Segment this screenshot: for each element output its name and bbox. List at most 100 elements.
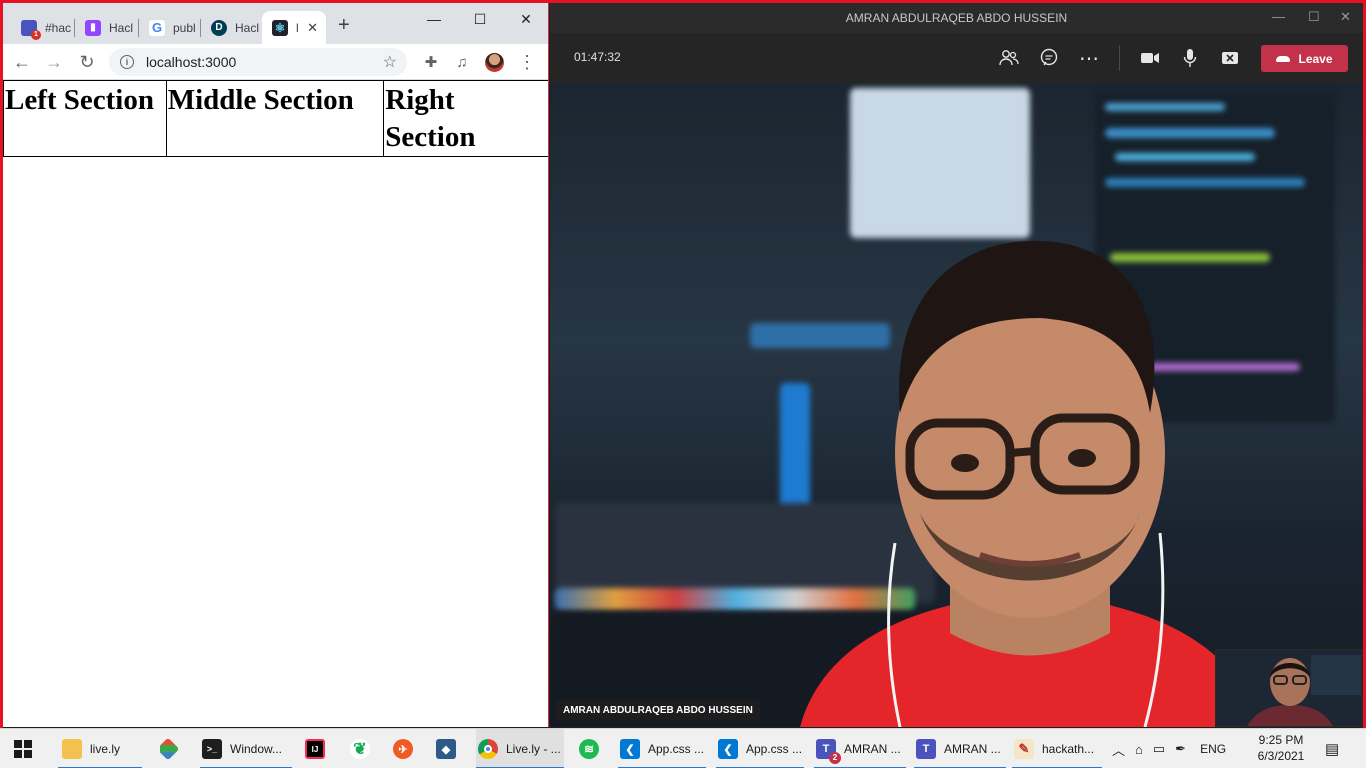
browser-tab-active[interactable]: ⚛ l ✕ <box>262 11 326 44</box>
close-tab-icon[interactable]: ✕ <box>307 20 318 36</box>
reload-button[interactable]: ↻ <box>76 51 98 73</box>
taskbar-terminal[interactable]: >_ Window... <box>200 729 292 768</box>
camera-icon[interactable] <box>1138 46 1162 70</box>
clock-time: 9:25 PM <box>1258 733 1304 747</box>
video-background-window <box>850 88 1030 238</box>
new-tab-button[interactable]: + <box>338 15 350 35</box>
menu-kebab-icon[interactable]: ⋮ <box>516 51 538 73</box>
taskbar-label: Window... <box>230 742 283 756</box>
leave-label: Leave <box>1298 51 1333 66</box>
mongodb-icon: ❦ <box>350 739 370 759</box>
close-window-button[interactable]: ✕ <box>1340 9 1351 25</box>
profile-avatar[interactable] <box>485 53 504 72</box>
middle-section: Middle Section <box>165 80 385 157</box>
tab-title: publ <box>173 20 196 35</box>
notification-badge: 2 <box>829 752 841 764</box>
taskbar-teams-1[interactable]: T 2 AMRAN ... <box>814 729 906 768</box>
taskbar-mongodb[interactable]: ❦ <box>350 729 378 768</box>
taskbar-file-explorer[interactable]: live.ly <box>58 729 142 768</box>
window-title: AMRAN ABDULRAQEB ABDO HUSSEIN <box>845 11 1068 25</box>
taskbar-intellij[interactable]: IJ <box>305 729 333 768</box>
postman-icon: ✈ <box>393 739 413 759</box>
language-indicator[interactable]: ENG <box>1200 742 1226 756</box>
info-icon[interactable]: i <box>120 55 134 69</box>
more-options-icon[interactable]: ⋯ <box>1077 46 1101 70</box>
share-tray-icon[interactable] <box>1218 46 1242 70</box>
tab-title: Hacl <box>235 20 260 35</box>
file-explorer-icon <box>62 739 82 759</box>
vscode-icon: ❮ <box>718 739 738 759</box>
web-page: Left Section Middle Section Right Sectio… <box>3 80 548 727</box>
notifications-icon[interactable]: ▤ <box>1325 729 1339 768</box>
paint-icon: ✎ <box>1014 739 1034 759</box>
devpost-icon: D <box>211 19 227 36</box>
address-bar[interactable]: i localhost:3000 ☆ <box>109 48 407 76</box>
leave-button[interactable]: Leave <box>1261 45 1348 72</box>
minimize-button[interactable]: ― <box>411 6 457 32</box>
browser-toolbar: ← → ↻ i localhost:3000 ☆ ✚ ♫ ⋮ <box>3 44 548 80</box>
taskbar-label: Live.ly - ... <box>506 742 561 756</box>
vscode-icon: ❮ <box>620 739 640 759</box>
taskbar-spotify[interactable]: ≋ <box>579 729 607 768</box>
close-window-button[interactable]: ✕ <box>503 6 548 32</box>
taskbar-vscode-2[interactable]: ❮ App.css ... <box>716 729 804 768</box>
sections-table: Left Section Middle Section Right Sectio… <box>3 80 548 157</box>
video-code-line <box>1105 178 1305 187</box>
person-silhouette <box>800 240 1260 727</box>
taskbar-label: AMRAN ... <box>844 742 901 756</box>
windows-taskbar: live.ly >_ Window... IJ ❦ ✈ ◆ Live.ly - … <box>0 728 1366 768</box>
spotify-icon: ≋ <box>579 739 599 759</box>
windows-logo-icon <box>14 740 32 758</box>
taskbar-teams-2[interactable]: T AMRAN ... <box>914 729 1006 768</box>
maximize-button[interactable]: ☐ <box>1308 9 1320 25</box>
notification-badge: 1 <box>31 29 41 40</box>
browser-tab-2[interactable]: ▮ Hacl <box>75 11 139 44</box>
teams-icon: 1 <box>21 19 41 40</box>
taskbar-label: App.css ... <box>648 742 705 756</box>
back-button[interactable]: ← <box>11 51 33 73</box>
participants-icon[interactable] <box>997 46 1021 70</box>
display-icon[interactable]: ▭ <box>1153 741 1165 757</box>
mysql-workbench-icon: ◆ <box>436 739 456 759</box>
taskbar-mysql-workbench[interactable]: ◆ <box>436 729 464 768</box>
taskbar-vscode-1[interactable]: ❮ App.css ... <box>618 729 706 768</box>
teams-title-bar: AMRAN ABDULRAQEB ABDO HUSSEIN ― ☐ ✕ <box>550 3 1363 33</box>
toolbar-divider <box>1119 45 1120 71</box>
microphone-icon[interactable] <box>1178 46 1202 70</box>
browser-tab-4[interactable]: D Hacl <box>201 11 263 44</box>
call-timer: 01:47:32 <box>574 50 621 64</box>
start-button[interactable] <box>14 729 36 768</box>
bookmark-star-icon[interactable]: ☆ <box>383 52 397 72</box>
system-tray: ︿ ⌂ ▭ ✒ ENG <box>1112 729 1226 768</box>
clock[interactable]: 9:25 PM 6/3/2021 <box>1250 732 1312 764</box>
tab-title: #hac <box>45 20 72 35</box>
browser-tab-3[interactable]: G publ <box>139 11 201 44</box>
google-icon: G <box>149 19 165 36</box>
clock-date: 6/3/2021 <box>1257 749 1305 763</box>
chevron-up-icon[interactable]: ︿ <box>1112 740 1125 759</box>
taskbar-git[interactable] <box>160 729 188 768</box>
taskbar-chrome[interactable]: Live.ly - ... <box>476 729 564 768</box>
network-icon[interactable]: ⌂ <box>1135 742 1143 757</box>
git-icon <box>160 737 180 761</box>
taskbar-paint[interactable]: ✎ hackath... <box>1012 729 1102 768</box>
tab-title: Hacl <box>109 20 134 35</box>
taskbar-label: App.css ... <box>746 742 803 756</box>
minimize-button[interactable]: ― <box>1272 9 1285 24</box>
browser-tab-1[interactable]: 1 #hac <box>11 11 75 44</box>
extensions-puzzle-icon[interactable]: ✚ <box>420 51 442 73</box>
self-view-person <box>1216 650 1362 726</box>
twitch-icon: ▮ <box>85 19 101 36</box>
maximize-button[interactable]: ☐ <box>457 6 503 32</box>
media-control-icon[interactable]: ♫ <box>451 51 473 73</box>
taskbar-postman[interactable]: ✈ <box>393 729 421 768</box>
video-code-line <box>1115 153 1255 161</box>
pen-icon[interactable]: ✒ <box>1175 741 1186 757</box>
forward-button[interactable]: → <box>43 51 65 73</box>
taskbar-label: live.ly <box>90 742 121 756</box>
teams-meeting-window: AMRAN ABDULRAQEB ABDO HUSSEIN ― ☐ ✕ 01:4… <box>550 3 1363 727</box>
meeting-controls-bar: 01:47:32 ⋯ Leave <box>550 33 1363 83</box>
chrome-window: 1 #hac ▮ Hacl G publ D Hacl ⚛ l ✕ + ― ☐ … <box>3 3 549 727</box>
desktop: 1 #hac ▮ Hacl G publ D Hacl ⚛ l ✕ + ― ☐ … <box>0 0 1366 768</box>
chat-icon[interactable] <box>1037 46 1061 70</box>
